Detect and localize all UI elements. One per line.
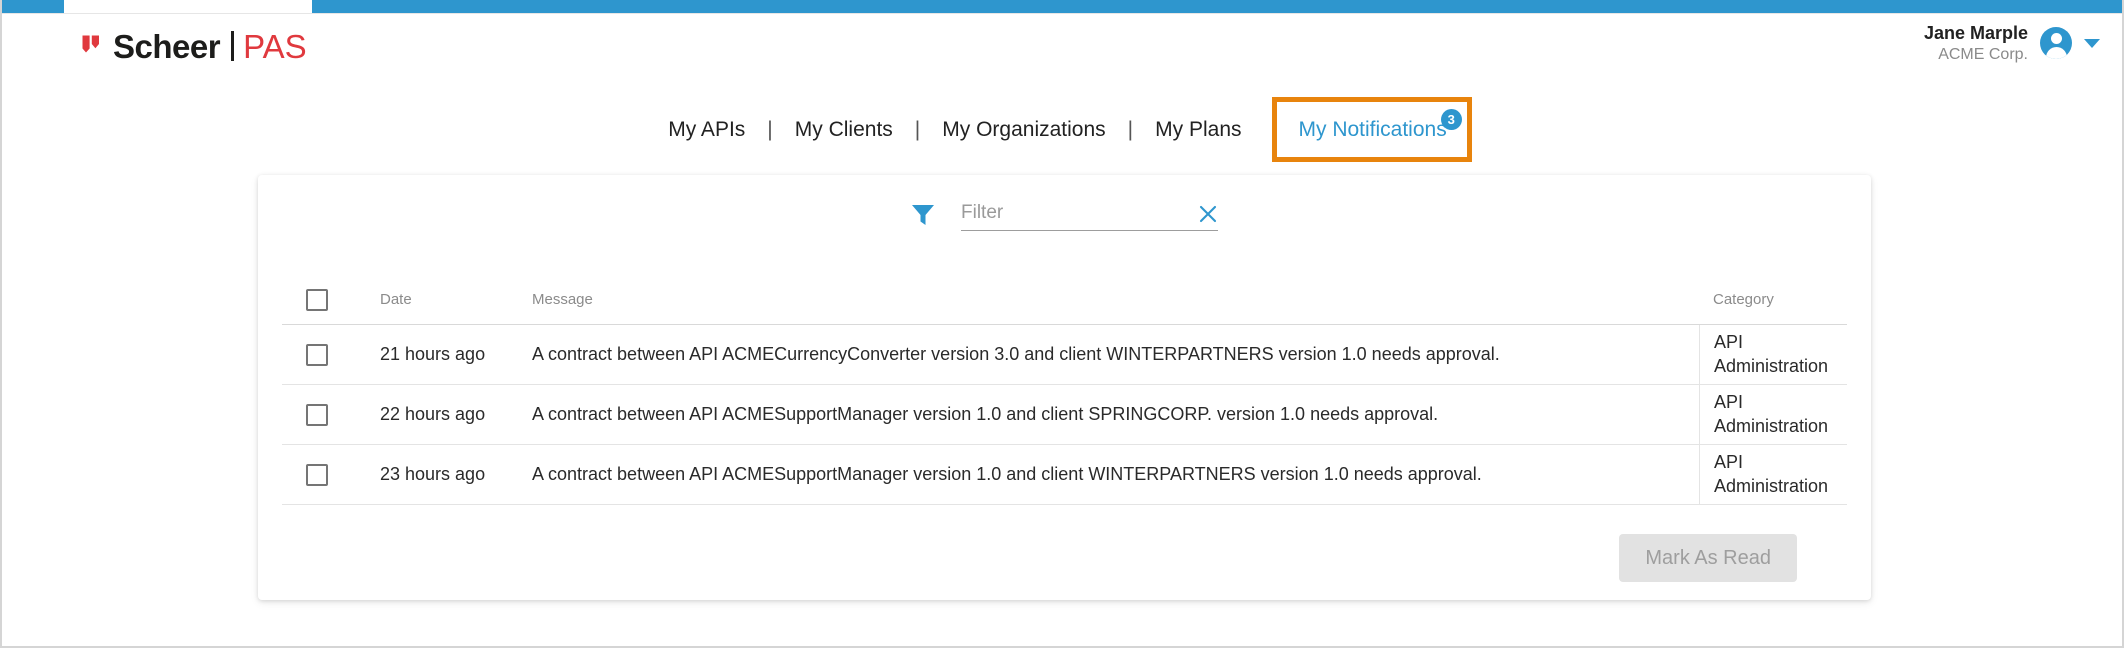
- cell-date: 22 hours ago: [380, 403, 530, 426]
- cell-date: 23 hours ago: [380, 463, 530, 486]
- nav-separator: |: [914, 117, 921, 141]
- row-checkbox[interactable]: [306, 403, 328, 426]
- filter-bar: Filter: [258, 203, 1871, 231]
- nav-item-my-plans[interactable]: My Plans: [1139, 119, 1257, 140]
- table-header-row: Date Message Category: [282, 275, 1847, 325]
- row-select-cell: [282, 463, 380, 486]
- nav-item-my-clients[interactable]: My Clients: [779, 119, 909, 140]
- cell-date-text: 21 hours ago: [380, 343, 486, 364]
- cell-message: A contract between API ACMESupportManage…: [530, 403, 1699, 426]
- top-accent-bar-right: [312, 0, 2122, 13]
- chevron-down-icon[interactable]: [2084, 38, 2100, 48]
- column-header-message-label: Message: [532, 290, 593, 308]
- nav-item-my-notifications[interactable]: My Notifications 3: [1271, 96, 1472, 162]
- cell-category: API Administration: [1699, 385, 1847, 444]
- top-accent-bar-left: [2, 0, 64, 13]
- cell-message-text: A contract between API ACMECurrencyConve…: [532, 343, 1500, 364]
- row-checkbox[interactable]: [306, 343, 328, 366]
- cell-category-text: API Administration: [1714, 332, 1829, 376]
- nav-item-my-organizations[interactable]: My Organizations: [926, 119, 1121, 140]
- cell-message-text: A contract between API ACMESupportManage…: [532, 403, 1439, 424]
- table-row[interactable]: 23 hours ago A contract between API ACME…: [282, 445, 1847, 505]
- column-header-category[interactable]: Category: [1699, 275, 1847, 324]
- logo-text-pas: PAS: [243, 27, 307, 65]
- logo-text-scheer: Scheer: [113, 27, 221, 65]
- brand-logo[interactable]: Scheer PAS: [82, 26, 307, 66]
- app-header: Scheer PAS Jane Marple ACME Corp.: [2, 14, 2122, 76]
- nav-item-my-apis[interactable]: My APIs: [652, 119, 761, 140]
- scheer-w-mark-icon: [82, 35, 99, 52]
- mark-as-read-button[interactable]: Mark As Read: [1619, 533, 1797, 582]
- table-row[interactable]: 21 hours ago A contract between API ACME…: [282, 325, 1847, 385]
- card-footer: Mark As Read: [258, 515, 1871, 600]
- notifications-count-badge: 3: [1440, 108, 1462, 130]
- user-menu[interactable]: Jane Marple ACME Corp.: [1924, 22, 2100, 65]
- filter-input-wrapper[interactable]: Filter: [961, 203, 1218, 231]
- filter-input[interactable]: Filter: [961, 203, 1218, 222]
- cell-category-text: API Administration: [1714, 452, 1829, 496]
- nav-separator: |: [767, 117, 773, 141]
- nav-items: My APIs | My Clients | My Organizations …: [652, 96, 1472, 162]
- user-organization: ACME Corp.: [1938, 45, 2028, 63]
- cell-category: API Administration: [1699, 325, 1847, 384]
- row-select-cell: [282, 403, 380, 426]
- column-header-date[interactable]: Date: [380, 291, 530, 309]
- user-info: Jane Marple ACME Corp.: [1924, 22, 2028, 65]
- app-page: Scheer PAS Jane Marple ACME Corp. My API…: [0, 0, 2124, 648]
- logo-divider: [231, 31, 235, 61]
- column-header-message[interactable]: Message: [530, 291, 1699, 309]
- user-name: Jane Marple: [1923, 23, 2028, 43]
- cell-date: 21 hours ago: [380, 343, 530, 366]
- cell-date-text: 23 hours ago: [380, 463, 486, 484]
- column-header-category-label: Category: [1713, 291, 1774, 308]
- cell-message: A contract between API ACMECurrencyConve…: [530, 343, 1699, 366]
- filter-funnel-icon[interactable]: [911, 204, 935, 226]
- cell-date-text: 22 hours ago: [380, 403, 486, 424]
- select-all-checkbox[interactable]: [306, 288, 328, 311]
- cell-category-text: API Administration: [1714, 392, 1829, 436]
- cell-category: API Administration: [1699, 445, 1847, 504]
- nav-item-my-notifications-label: My Notifications: [1298, 117, 1447, 141]
- row-select-cell: [282, 343, 380, 366]
- main-navigation: My APIs | My Clients | My Organizations …: [2, 96, 2122, 162]
- row-checkbox[interactable]: [306, 463, 328, 486]
- user-avatar-icon[interactable]: [2040, 27, 2072, 60]
- column-header-date-label: Date: [380, 290, 412, 308]
- select-all-cell: [282, 288, 380, 311]
- nav-separator: |: [1127, 117, 1134, 141]
- notifications-table: Date Message Category 21 hours ago A con…: [282, 275, 1847, 505]
- table-row[interactable]: 22 hours ago A contract between API ACME…: [282, 385, 1847, 445]
- cell-message: A contract between API ACMESupportManage…: [530, 463, 1699, 486]
- notifications-card: Filter Date Message Category 21 hours ag…: [258, 175, 1871, 600]
- close-x-icon[interactable]: [1198, 204, 1218, 224]
- cell-message-text: A contract between API ACMESupportManage…: [532, 463, 1482, 484]
